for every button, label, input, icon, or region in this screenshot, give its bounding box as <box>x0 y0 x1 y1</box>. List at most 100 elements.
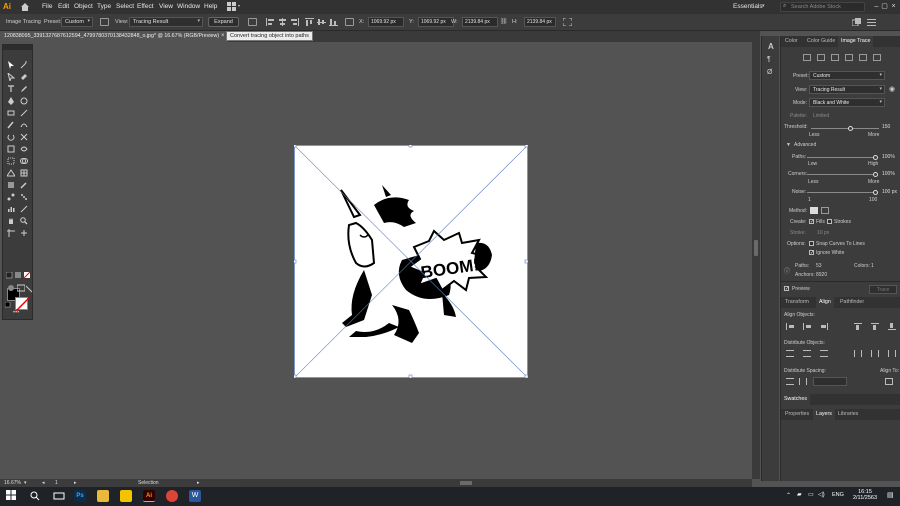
vertical-align-bottom-icon[interactable] <box>888 323 896 330</box>
warp-tool-icon[interactable] <box>20 145 28 153</box>
distribute-left-icon[interactable] <box>854 350 862 357</box>
notification-icon[interactable]: ▤ <box>887 491 894 499</box>
distribute-right-icon[interactable] <box>888 350 896 357</box>
trace-mode-dropdown[interactable]: Black and White ▾ <box>809 98 885 107</box>
artboard-number[interactable]: 1 <box>55 480 58 486</box>
distribute-top-icon[interactable] <box>786 350 794 357</box>
tab-color[interactable]: Color <box>785 38 798 44</box>
resize-handle[interactable] <box>408 374 413 378</box>
free-transform-icon[interactable] <box>7 157 15 165</box>
paintbrush-icon[interactable] <box>7 121 15 129</box>
workspace-layout-icon[interactable] <box>227 2 241 13</box>
menu-select[interactable]: Select <box>116 3 134 10</box>
symbol-sprayer-icon[interactable] <box>20 193 28 201</box>
y-field[interactable]: 1069.92 px <box>418 17 454 27</box>
slice-tool-icon[interactable] <box>20 205 28 213</box>
advanced-label[interactable]: Advanced <box>794 142 816 148</box>
tab-swatches[interactable]: Swatches <box>781 394 810 405</box>
menu-object[interactable]: Object <box>74 3 93 10</box>
transform-icon[interactable] <box>345 18 354 26</box>
horizontal-spacing-icon[interactable] <box>799 378 807 385</box>
horizontal-align-right-icon[interactable] <box>820 323 828 330</box>
noise-slider-knob[interactable] <box>873 190 878 195</box>
default-colors-icon[interactable] <box>5 302 13 310</box>
align-middle-icon[interactable] <box>317 18 326 26</box>
blend-tool-icon[interactable] <box>7 193 15 201</box>
threshold-value[interactable]: 150 <box>882 124 890 130</box>
tab-libraries[interactable]: Libraries <box>838 411 858 417</box>
disclosure-triangle-icon[interactable]: ▼ <box>786 142 791 148</box>
black-white-icon[interactable] <box>859 54 867 61</box>
photoshop-icon[interactable]: Ps <box>74 490 86 502</box>
horizontal-align-left-icon[interactable] <box>786 323 794 330</box>
shaper-tool-icon[interactable] <box>20 121 28 129</box>
resize-handle[interactable] <box>524 145 528 148</box>
view-dropdown[interactable]: Tracing Result ▾ <box>129 17 203 27</box>
vertical-scrollbar[interactable] <box>752 42 760 479</box>
type-tool-icon[interactable] <box>7 85 15 93</box>
document-tab[interactable]: 120838095_3391327687612594_4799780370138… <box>0 31 228 42</box>
strokes-checkbox[interactable] <box>827 219 832 224</box>
search-icon[interactable] <box>29 490 41 502</box>
menu-file[interactable]: File <box>42 3 52 10</box>
tab-align[interactable]: Align <box>816 297 834 308</box>
sticky-app-icon[interactable] <box>120 490 132 502</box>
panel-menu-icon[interactable] <box>867 18 876 26</box>
w-field[interactable]: 2139.84 px <box>462 17 498 27</box>
color-mode-icon[interactable] <box>6 272 14 280</box>
eyedropper-icon[interactable] <box>20 181 28 189</box>
vertical-align-center-icon[interactable] <box>871 323 879 330</box>
spacing-field[interactable] <box>813 377 847 386</box>
arrange-icon[interactable] <box>851 18 861 27</box>
ignore-white-checkbox[interactable]: ✓ <box>809 250 814 256</box>
home-icon[interactable] <box>20 2 30 12</box>
volume-icon[interactable]: ◁) <box>818 491 825 498</box>
threshold-slider-knob[interactable] <box>848 126 854 131</box>
artboard-tool-icon[interactable] <box>7 229 15 237</box>
snap-curves-checkbox[interactable] <box>809 241 814 246</box>
tray-app-icon[interactable]: ▰ <box>797 491 802 498</box>
trace-preset-dropdown[interactable]: Custom ▾ <box>809 71 885 80</box>
expand-button[interactable]: Expand <box>208 17 239 27</box>
method-abutting-icon[interactable] <box>810 207 818 214</box>
high-color-icon[interactable] <box>817 54 825 61</box>
eraser-icon[interactable] <box>20 73 28 81</box>
more-tools-icon[interactable]: ••• <box>13 310 19 316</box>
pen-tool-icon[interactable] <box>7 97 15 105</box>
close-tab-icon[interactable]: × <box>221 33 225 39</box>
windows-start-icon[interactable] <box>6 490 18 502</box>
tools-panel-header[interactable] <box>3 45 32 50</box>
chevron-down-icon[interactable]: ▾ <box>762 3 765 9</box>
horizontal-scroll-thumb[interactable] <box>460 481 472 485</box>
direct-selection-icon[interactable] <box>7 73 15 81</box>
maximize-icon[interactable]: ▢ <box>880 2 889 11</box>
stock-search-input[interactable]: ⌕ Search Adobe Stock <box>780 2 865 12</box>
resize-handle[interactable] <box>294 374 297 378</box>
tab-layers[interactable]: Layers <box>813 409 835 420</box>
tab-image-trace[interactable]: Image Trace <box>838 36 874 47</box>
menu-effect[interactable]: Effect <box>137 3 154 10</box>
corners-value[interactable]: 100% <box>882 171 895 177</box>
distribute-bottom-icon[interactable] <box>820 350 828 357</box>
auto-color-icon[interactable] <box>803 54 811 61</box>
menu-window[interactable]: Window <box>177 3 200 10</box>
align-bottom-icon[interactable] <box>329 18 338 26</box>
noise-slider[interactable] <box>807 192 877 193</box>
shape-builder-icon[interactable] <box>20 157 28 165</box>
stroke-color-swatch[interactable] <box>15 297 29 311</box>
line-tool-icon[interactable] <box>20 109 28 117</box>
illustrator-taskbar-icon[interactable]: Ai <box>143 490 155 502</box>
horizontal-align-center-icon[interactable] <box>803 323 811 330</box>
fills-checkbox[interactable]: ✓ <box>809 219 814 225</box>
align-left-icon[interactable] <box>266 18 275 26</box>
language-indicator[interactable]: ENG <box>832 492 844 498</box>
zoom-level[interactable]: 16.67% <box>4 480 21 486</box>
magic-wand-icon[interactable] <box>20 61 28 69</box>
h-field[interactable]: 2139.84 px <box>524 17 556 27</box>
hand-tool-icon[interactable] <box>7 217 15 225</box>
preset-dropdown[interactable]: Custom ▾ <box>61 17 93 27</box>
network-icon[interactable]: ▭ <box>808 491 814 498</box>
clock[interactable]: 16:15 2/11/2563 <box>850 489 880 501</box>
align-center-icon[interactable] <box>278 18 287 26</box>
tab-pathfinder[interactable]: Pathfinder <box>840 299 864 305</box>
